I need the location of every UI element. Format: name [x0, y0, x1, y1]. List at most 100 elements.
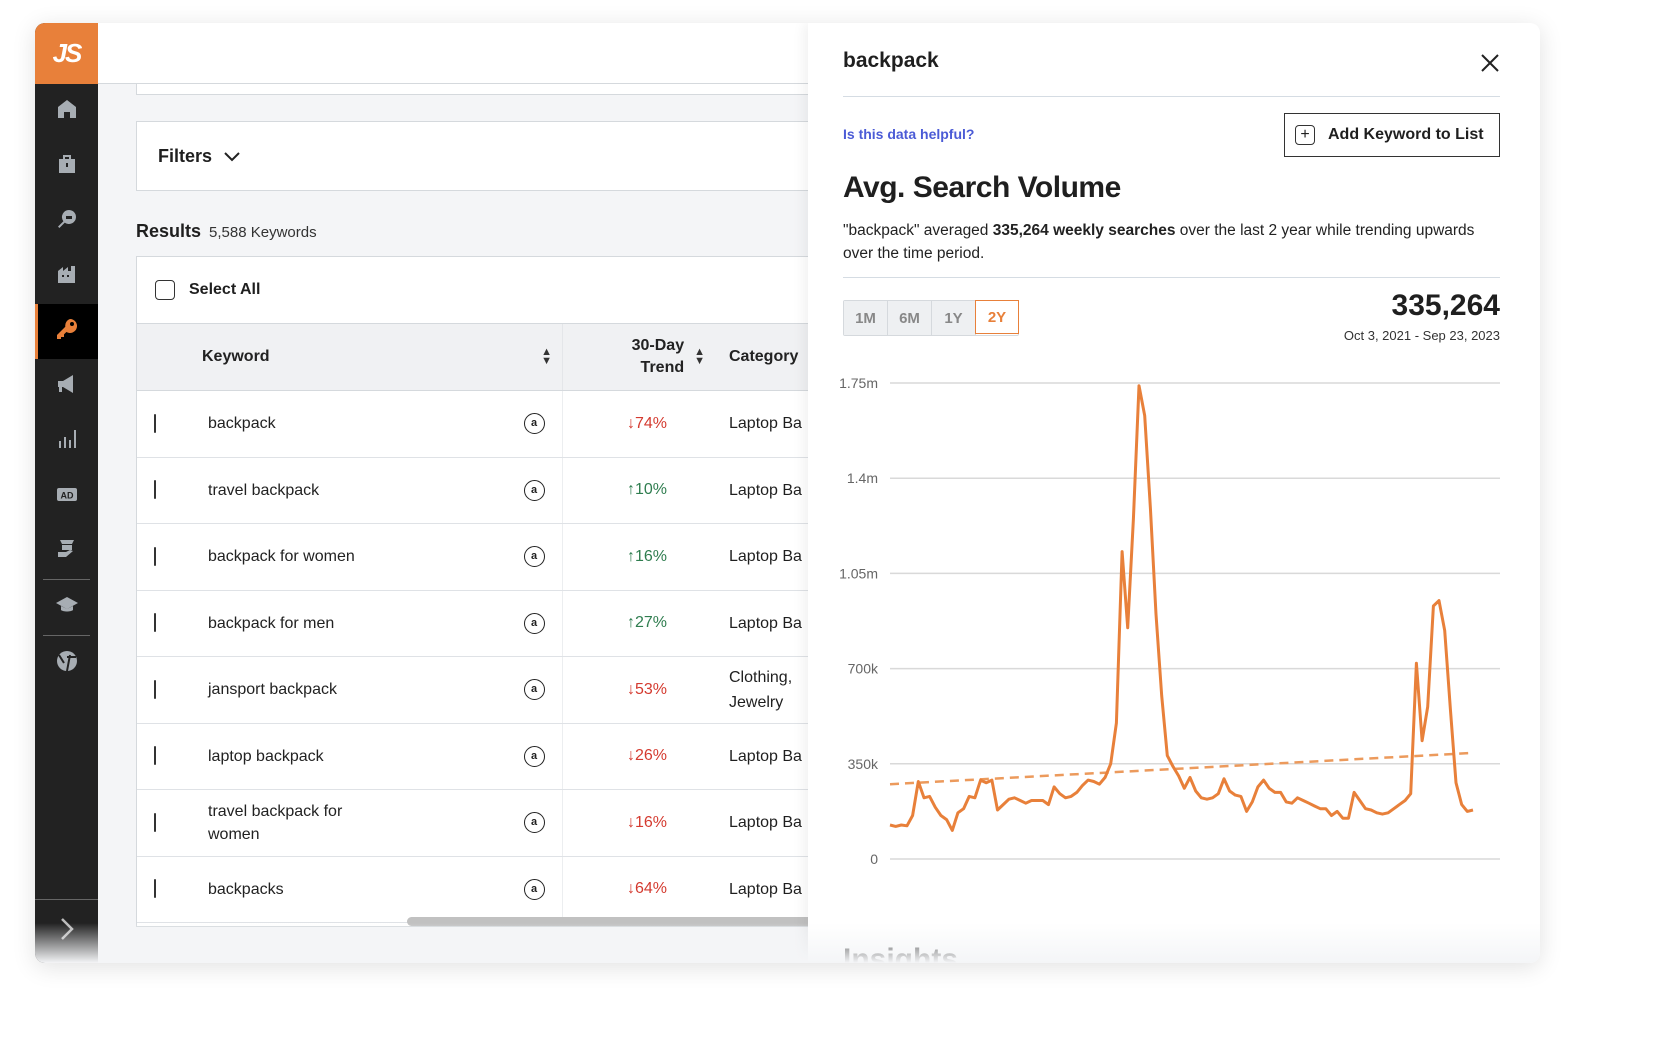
table-row[interactable]: travel backpack a ↑10% Laptop Ba: [137, 457, 835, 524]
logo[interactable]: JS: [35, 23, 98, 84]
trend-up-arrow-icon: ↑: [626, 614, 635, 632]
keyword-cell[interactable]: backpack: [202, 412, 506, 435]
row-checkbox[interactable]: [154, 679, 156, 699]
amazon-icon[interactable]: a: [523, 612, 545, 634]
filters-toggle[interactable]: Filters: [136, 121, 836, 191]
keyword-cell[interactable]: jansport backpack: [202, 678, 506, 701]
range-button-1y[interactable]: 1Y: [932, 301, 976, 335]
amazon-icon[interactable]: a: [523, 546, 545, 568]
trend-value: 74%: [634, 414, 667, 432]
trend-value: 64%: [634, 880, 667, 898]
trend-value: 16%: [634, 813, 667, 831]
sort-icon[interactable]: ▲ ▼: [541, 347, 552, 367]
sidebar-item-marketing[interactable]: [35, 359, 98, 414]
sidebar-item-launch[interactable]: [35, 524, 98, 579]
amazon-icon[interactable]: a: [523, 413, 545, 435]
range-button-6m[interactable]: 6M: [888, 301, 932, 335]
amazon-icon[interactable]: a: [523, 878, 545, 900]
close-button[interactable]: [1480, 53, 1500, 73]
sidebar-item-advertising[interactable]: AD: [35, 469, 98, 524]
amazon-icon[interactable]: a: [523, 812, 545, 834]
keyword-detail-panel: backpack Is this data helpful? + Add Key…: [808, 23, 1540, 963]
keyword-cell[interactable]: backpack for women: [202, 545, 506, 568]
x-tick-label: Oct '21: [868, 880, 912, 883]
sidebar-item-extension[interactable]: [35, 636, 98, 691]
trend-cell: ↓26%: [563, 747, 713, 765]
trend-cell: ↓16%: [563, 814, 713, 832]
table-row[interactable]: backpack for women a ↑16% Laptop Ba: [137, 524, 835, 591]
y-tick-label: 1.05m: [839, 565, 878, 581]
select-all-label: Select All: [189, 281, 261, 298]
amazon-icon[interactable]: a: [523, 679, 545, 701]
column-header-category[interactable]: Category: [713, 348, 798, 366]
results-count: 5,588 Keywords: [209, 224, 317, 241]
keyword-cell[interactable]: laptop backpack: [202, 745, 506, 768]
trend-down-arrow-icon: ↓: [626, 414, 635, 432]
y-tick-label: 1.4m: [847, 470, 878, 486]
keyword-cell[interactable]: travel backpack: [202, 479, 506, 502]
amazon-cell: a: [506, 723, 563, 789]
sidebar-item-analytics[interactable]: [35, 414, 98, 469]
add-keyword-to-list-button[interactable]: + Add Keyword to List: [1284, 113, 1500, 157]
filters-label: Filters: [158, 145, 213, 166]
sidebar-item-keywords[interactable]: [35, 304, 98, 359]
toolbox-icon: [55, 152, 79, 181]
row-checkbox[interactable]: [154, 413, 156, 433]
trend-value: 16%: [634, 547, 667, 565]
sidebar-nav: AD: [35, 84, 98, 691]
category-cell: Clothing, Jewelry: [729, 668, 793, 711]
table-row[interactable]: travel backpack for women a ↓16% Laptop …: [137, 790, 835, 857]
row-checkbox[interactable]: [154, 879, 156, 899]
row-checkbox-cell: [137, 613, 202, 633]
select-all-checkbox[interactable]: [155, 280, 175, 300]
trend-cell: ↓64%: [563, 880, 713, 898]
amazon-icon[interactable]: a: [523, 745, 545, 767]
keyword-cell[interactable]: backpacks: [202, 878, 506, 901]
table-row[interactable]: laptop backpack a ↓26% Laptop Ba: [137, 723, 835, 790]
row-checkbox[interactable]: [154, 613, 156, 633]
bottom-fade: [35, 923, 1540, 963]
table-header: Keyword ▲ ▼ 30-Day Trend ▲ ▼ Category: [137, 324, 835, 391]
sidebar-item-product-research[interactable]: [35, 194, 98, 249]
column-header-keyword[interactable]: Keyword ▲ ▼: [137, 324, 563, 390]
sort-icon[interactable]: ▲ ▼: [694, 347, 705, 367]
app-window: JS AD Filters Results 5,588 Keywords Sel…: [35, 23, 1540, 963]
row-checkbox[interactable]: [154, 546, 156, 566]
row-checkbox-cell: [137, 746, 202, 766]
trend-header-line2: Trend: [640, 359, 685, 376]
y-tick-label: 0: [870, 851, 878, 867]
row-checkbox[interactable]: [154, 480, 156, 500]
range-button-2y[interactable]: 2Y: [975, 300, 1019, 334]
chevron-down-icon: [224, 146, 240, 167]
amazon-icon[interactable]: a: [523, 479, 545, 501]
trend-cell: ↓74%: [563, 415, 713, 433]
keyword-cell[interactable]: backpack for men: [202, 612, 506, 635]
column-header-trend[interactable]: 30-Day Trend ▲ ▼: [563, 335, 713, 379]
table-row[interactable]: backpack a ↓74% Laptop Ba: [137, 391, 835, 458]
trend-value: 10%: [634, 481, 667, 499]
category-cell: Laptop Ba: [729, 415, 802, 433]
sidebar-item-home[interactable]: [35, 84, 98, 139]
row-checkbox-cell: [137, 413, 202, 433]
range-button-1m[interactable]: 1M: [844, 301, 888, 335]
graduation-cap-icon: [55, 593, 79, 622]
category-cell: Laptop Ba: [729, 481, 802, 499]
y-tick-label: 350k: [848, 756, 879, 772]
amazon-cell: a: [506, 457, 563, 523]
category-cell: Laptop Ba: [729, 880, 802, 898]
sidebar-item-academy[interactable]: [35, 580, 98, 635]
table-row[interactable]: jansport backpack a ↓53% Clothing, Jewel…: [137, 657, 835, 724]
table-row[interactable]: backpacks a ↓64% Laptop Ba: [137, 856, 835, 923]
table-row[interactable]: backpack for men a ↑27% Laptop Ba: [137, 590, 835, 657]
trend-header-line1: 30-Day: [631, 337, 685, 354]
results-header: Results 5,588 Keywords: [136, 221, 317, 242]
sidebar-item-tools[interactable]: [35, 139, 98, 194]
time-range-selector: 1M 6M 1Y 2Y: [843, 300, 1019, 336]
sidebar-item-suppliers[interactable]: [35, 249, 98, 304]
sidebar: JS AD: [35, 23, 98, 963]
keyword-cell[interactable]: travel backpack for women: [202, 800, 392, 846]
chrome-extension-icon: [55, 649, 79, 678]
row-checkbox[interactable]: [154, 812, 156, 832]
row-checkbox[interactable]: [154, 746, 156, 766]
data-helpful-link[interactable]: Is this data helpful?: [843, 126, 974, 142]
